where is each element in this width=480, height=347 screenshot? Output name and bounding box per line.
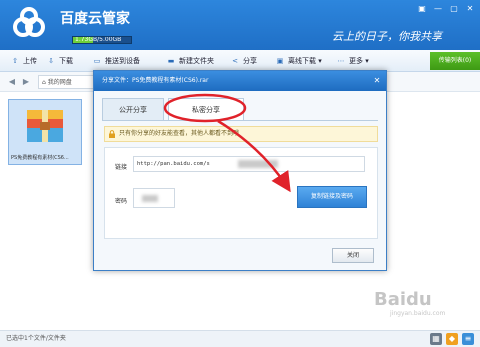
more-label: 更多: [349, 57, 363, 65]
offline-label: 离线下载: [288, 57, 316, 65]
link-label: 链接: [115, 164, 128, 171]
window-controls: ▣ — ▢ ✕: [416, 4, 476, 14]
quota-bar: 1.73GB/5.00GB: [72, 36, 132, 44]
share-icon: <: [232, 57, 238, 65]
app-title: 百度云管家: [60, 11, 130, 27]
tab-private-share[interactable]: 私密分享: [168, 98, 244, 121]
share-link-text: http://pan.baidu.com/s: [137, 161, 210, 167]
new-folder-label: 新建文件夹: [179, 57, 214, 65]
baidu-cloud-logo-icon: [13, 7, 45, 37]
status-text: 已选中1个文件/文件夹: [6, 335, 66, 342]
push-to-device-button[interactable]: ▭ 推送到设备: [92, 50, 140, 72]
list-view-icon[interactable]: ≡: [462, 333, 474, 345]
download-label: 下载: [59, 57, 73, 65]
tab-divider: [102, 120, 378, 121]
folder-icon: ▬: [167, 57, 175, 65]
status-icons: ▦ ◆ ≡: [430, 333, 474, 345]
forward-arrow-icon[interactable]: ▶: [20, 76, 32, 88]
zip-archive-icon: [27, 110, 63, 142]
notice-text: 只有你分享的好友能查看，其他人都看不到哦: [119, 130, 240, 137]
blurred-password: [142, 195, 158, 202]
close-window-icon[interactable]: ✕: [464, 4, 476, 14]
password-label: 密码: [115, 198, 128, 205]
minimize-icon[interactable]: —: [432, 4, 444, 14]
upload-icon: ⇧: [12, 57, 18, 65]
offline-download-button[interactable]: ▣ 离线下载 ▾: [275, 50, 322, 72]
more-button[interactable]: ⋯ 更多 ▾: [336, 50, 369, 72]
blurred-link-suffix: [238, 160, 278, 168]
upload-label: 上传: [23, 57, 37, 65]
more-icon: ⋯: [337, 57, 345, 65]
tab-public-share[interactable]: 公开分享: [102, 98, 164, 120]
dialog-title: 分享文件：PS免费教程有素材(CS6).rar: [102, 77, 209, 84]
watermark-url: jingyan.baidu.com: [390, 310, 446, 317]
dialog-titlebar: 分享文件：PS免费教程有素材(CS6).rar ✕: [94, 71, 386, 91]
skin-icon[interactable]: ▣: [416, 4, 428, 14]
push-label: 推送到设备: [105, 57, 140, 65]
status-bar: 已选中1个文件/文件夹 ▦ ◆ ≡: [0, 330, 480, 347]
app-header: 百度云管家 1.73GB/5.00GB 云上的日子，你我共享 ▣ — ▢ ✕: [0, 0, 480, 50]
new-folder-button[interactable]: ▬ 新建文件夹: [166, 50, 214, 72]
password-field[interactable]: [133, 188, 175, 208]
file-name: PS免费教程有素材(CS6...: [11, 155, 69, 161]
device-icon: ▭: [93, 57, 101, 65]
share-link-field[interactable]: http://pan.baidu.com/s: [133, 156, 365, 172]
back-arrow-icon[interactable]: ◀: [6, 76, 18, 88]
transfer-list-button[interactable]: 传输列表(0): [430, 52, 480, 70]
grid-view-icon[interactable]: ▦: [430, 333, 442, 345]
offline-download-icon: ▣: [276, 57, 284, 65]
dialog-close-icon[interactable]: ✕: [372, 76, 382, 86]
upload-button[interactable]: ⇧ 上传: [10, 50, 37, 72]
share-button[interactable]: < 分享: [230, 50, 257, 72]
download-button[interactable]: ⇩ 下载: [46, 50, 73, 72]
file-item[interactable]: PS免费教程有素材(CS6...: [8, 99, 82, 165]
slogan: 云上的日子，你我共享: [332, 30, 442, 43]
copy-link-and-password-button[interactable]: 复制链接及密码: [297, 186, 367, 208]
watermark-logo: Baidu: [374, 289, 432, 310]
breadcrumb-label: 我的网盘: [47, 79, 72, 86]
dialog-close-button[interactable]: 关闭: [332, 248, 374, 263]
lock-icon: [109, 130, 115, 138]
notification-icon[interactable]: ◆: [446, 333, 458, 345]
quota-text: 1.73GB/5.00GB: [75, 36, 122, 43]
maximize-icon[interactable]: ▢: [448, 4, 460, 14]
share-dialog: 分享文件：PS免费教程有素材(CS6).rar ✕ 公开分享 私密分享 只有你分…: [93, 70, 387, 271]
share-label: 分享: [243, 57, 257, 65]
toolbar: ⇧ 上传 ⇩ 下载 ▭ 推送到设备 ▬ 新建文件夹 < 分享 ▣ 离线下载 ▾ ⋯ 更多 ▾ …: [0, 50, 480, 72]
private-share-notice: 只有你分享的好友能查看，其他人都看不到哦: [104, 126, 378, 142]
download-icon: ⇩: [48, 57, 54, 65]
share-info-panel: 链接 http://pan.baidu.com/s 密码 复制链接及密码: [104, 147, 378, 239]
